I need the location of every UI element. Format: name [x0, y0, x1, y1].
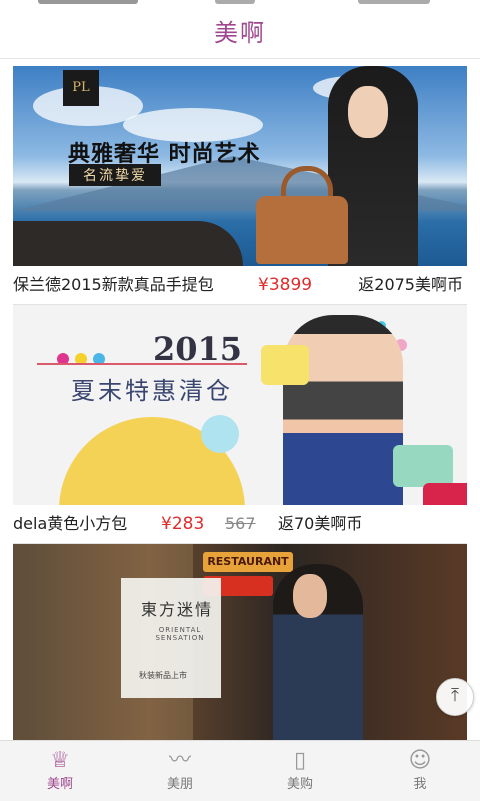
product-banner-image[interactable]: RESTAURANT 東方迷情 ORIENTAL SENSATION 秋装新品上… — [13, 544, 467, 740]
back-to-top-button[interactable]: ⤒ — [436, 678, 474, 716]
product-name: dela黄色小方包 — [13, 514, 128, 533]
banner-title: 東方迷情 — [141, 600, 214, 619]
product-price: ¥3899 — [258, 275, 313, 295]
status-bar — [0, 0, 480, 8]
product-cashback: 返70美啊币 — [278, 514, 363, 533]
handbag-shape — [256, 196, 348, 264]
neon-sign: RESTAURANT — [203, 552, 293, 572]
brand-logo: PL — [63, 70, 99, 106]
product-feed[interactable]: PL 典雅奢华 时尚艺术 名流挚爱 保兰德2015新款真品手提包 ¥3899 返… — [0, 64, 480, 740]
banner-year: 2015 — [153, 330, 243, 368]
teal-bag-shape — [393, 445, 453, 487]
model-face — [348, 86, 388, 138]
product-card[interactable]: PL 典雅奢华 时尚艺术 名流挚爱 保兰德2015新款真品手提包 ¥3899 返… — [13, 66, 467, 305]
rocks-shape — [13, 221, 243, 266]
product-caption[interactable]: 保兰德2015新款真品手提包 ¥3899 返2075美啊币 — [13, 266, 467, 305]
banner-title-card: 東方迷情 ORIENTAL SENSATION 秋装新品上市 — [121, 578, 221, 698]
yellow-bag-shape — [261, 345, 309, 385]
tab-meigou[interactable]: ▯ 美购 — [240, 741, 360, 801]
banner-footer: 秋装新品上市 — [139, 671, 187, 680]
status-bar-time — [215, 0, 255, 4]
person-icon: ☺ — [408, 748, 432, 773]
tab-label: 美啊 — [46, 777, 73, 792]
banner-tag: 名流挚爱 — [69, 164, 161, 186]
product-name: 保兰德2015新款真品手提包 — [13, 275, 214, 294]
product-card[interactable]: RESTAURANT 東方迷情 ORIENTAL SENSATION 秋装新品上… — [13, 544, 467, 740]
meia-logo-icon: ♕ — [50, 748, 70, 773]
red-bag-shape — [423, 483, 467, 505]
status-bar-right — [358, 0, 430, 4]
product-card[interactable]: 2015 夏末特惠清仓 dela黄色小方包 ¥283 567 返70美啊币 — [13, 305, 467, 544]
banner-headline: 夏末特惠清仓 — [71, 377, 233, 405]
tab-meia[interactable]: ♕ 美啊 — [0, 741, 120, 801]
product-banner-image[interactable]: 2015 夏末特惠清仓 — [13, 305, 467, 505]
product-cashback: 返2075美啊币 — [358, 275, 463, 294]
bottom-tab-bar: ♕ 美啊 〰 美朋 ▯ 美购 ☺ 我 — [0, 740, 480, 801]
shopping-bag-icon: ▯ — [293, 748, 307, 773]
model-figure — [283, 315, 403, 505]
tab-meipeng[interactable]: 〰 美朋 — [120, 741, 240, 801]
app-header: 美啊 — [0, 8, 480, 59]
arrow-up-icon: ⤒ — [451, 685, 459, 706]
banner-subtitle: ORIENTAL SENSATION — [155, 626, 205, 642]
tab-me[interactable]: ☺ 我 — [360, 741, 480, 801]
model-face — [293, 574, 327, 618]
swan-icon: 〰 — [168, 748, 191, 773]
tab-label: 美朋 — [166, 777, 193, 792]
product-price: ¥283 — [161, 514, 205, 534]
tab-label: 美购 — [286, 777, 313, 792]
page-title: 美啊 — [214, 19, 266, 47]
product-banner-image[interactable]: PL 典雅奢华 时尚艺术 名流挚爱 — [13, 66, 467, 266]
status-bar-left — [38, 0, 138, 4]
tab-label: 我 — [413, 777, 427, 792]
product-old-price: 567 — [225, 514, 256, 533]
product-caption[interactable]: dela黄色小方包 ¥283 567 返70美啊币 — [13, 505, 467, 544]
blue-circle-shape — [201, 415, 239, 453]
